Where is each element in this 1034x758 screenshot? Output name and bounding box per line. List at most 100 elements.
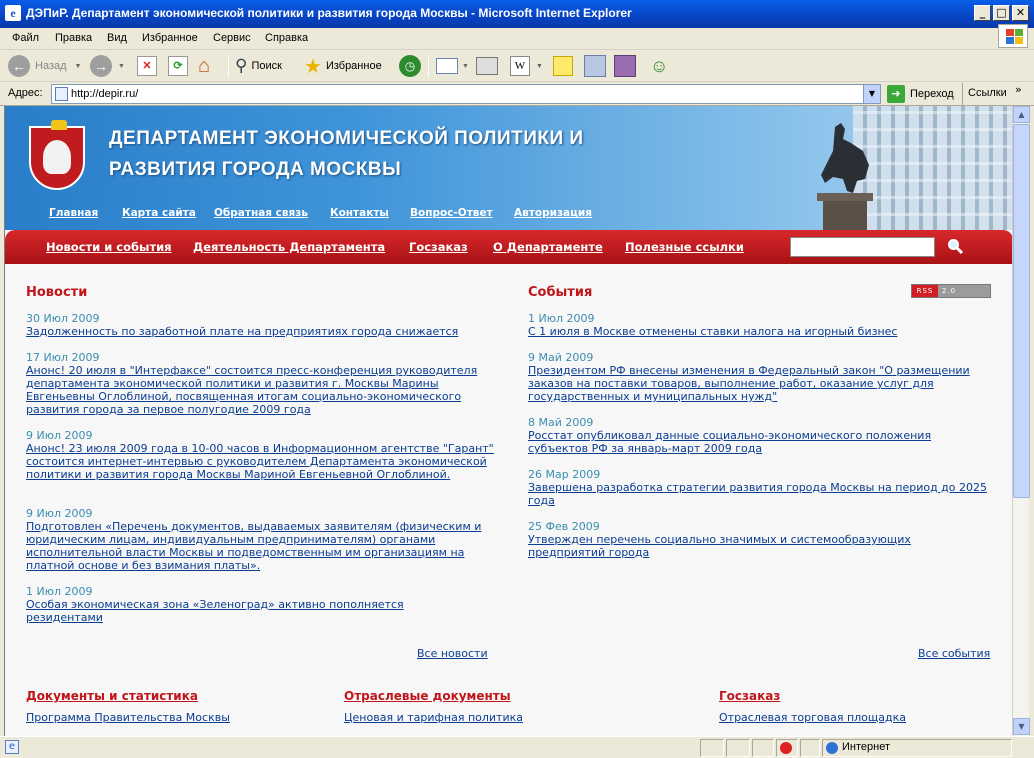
forward-button[interactable]: → ▼	[90, 53, 125, 79]
nav-about[interactable]: О Департаменте	[493, 240, 603, 254]
menu-bar: Файл Правка Вид Избранное Сервис Справка	[0, 28, 1034, 50]
address-url: http://depir.ru/	[71, 88, 139, 100]
status-bar: e Интернет	[0, 736, 1034, 758]
all-events-link[interactable]: Все события	[918, 647, 990, 660]
toolbar: ← Назад ▼ → ▼ ✕ ⟳ ⌂ ⚲ Поиск ★ Избранное …	[0, 50, 1034, 82]
nav-activity[interactable]: Деятельность Департамента	[193, 240, 385, 254]
scroll-up-icon[interactable]: ▲	[1013, 106, 1030, 123]
statue-image	[817, 123, 873, 230]
chevron-down-icon: ▼	[74, 62, 82, 70]
vertical-scrollbar[interactable]: ▲ ▼	[1012, 106, 1030, 736]
toplink-faq[interactable]: Вопрос-Ответ	[410, 207, 493, 219]
favorites-button[interactable]: ★ Избранное	[304, 53, 382, 79]
nav-news-events[interactable]: Новости и события	[46, 240, 172, 254]
search-button[interactable]: ⚲ Поиск	[235, 53, 282, 79]
discuss-button[interactable]	[553, 53, 573, 79]
search-icon: ⚲	[235, 56, 248, 75]
stop-button[interactable]: ✕	[137, 53, 157, 79]
industry-link[interactable]: Ценовая и тарифная политика	[344, 711, 523, 724]
goszakaz-heading[interactable]: Госзаказ	[719, 689, 780, 703]
event-date: 8 Май 2009	[528, 416, 594, 429]
menu-help[interactable]: Справка	[265, 32, 308, 44]
all-news-link[interactable]: Все новости	[417, 647, 488, 660]
mail-button[interactable]: ▼	[436, 53, 469, 79]
chevron-down-icon: ▼	[118, 62, 125, 70]
windows-logo-icon	[998, 24, 1028, 48]
event-link[interactable]: Президентом РФ внесены изменения в Федер…	[528, 364, 988, 403]
toplink-login[interactable]: Авторизация	[514, 207, 592, 219]
events-heading: События	[528, 285, 593, 300]
edit-button[interactable]: W ▼	[510, 53, 543, 79]
messenger-button[interactable]: ☺	[650, 53, 668, 79]
globe-icon	[826, 742, 838, 754]
toplink-sitemap[interactable]: Карта сайта	[122, 207, 196, 219]
event-date: 9 Май 2009	[528, 351, 594, 364]
event-link[interactable]: Утвержден перечень социально значимых и …	[528, 533, 928, 559]
news-link[interactable]: Анонс! 23 июля 2009 года в 10-00 часов в…	[26, 442, 496, 481]
home-icon: ⌂	[198, 55, 211, 77]
back-label: Назад	[35, 60, 67, 72]
news-link[interactable]: Особая экономическая зона «Зеленоград» а…	[26, 598, 426, 624]
toplink-feedback[interactable]: Обратная связь	[214, 207, 308, 219]
news-date: 17 Июл 2009	[26, 351, 100, 364]
chevron-down-icon: ▼	[536, 62, 543, 70]
scroll-thumb[interactable]	[1013, 124, 1030, 498]
toplink-home[interactable]: Главная	[49, 207, 98, 219]
news-link[interactable]: Подготовлен «Перечень документов, выдава…	[26, 520, 496, 572]
news-date: 1 Июл 2009	[26, 585, 93, 598]
note-icon	[553, 56, 573, 76]
industry-docs-heading[interactable]: Отраслевые документы	[344, 689, 511, 703]
minimize-button[interactable]: _	[974, 5, 991, 21]
go-label: Переход	[910, 88, 954, 100]
print-button[interactable]	[476, 53, 498, 79]
event-date: 1 Июл 2009	[528, 312, 595, 325]
scroll-down-icon[interactable]: ▼	[1013, 718, 1030, 735]
close-button[interactable]: ✕	[1012, 5, 1029, 21]
address-bar: Адрес: http://depir.ru/ ▼ ➜ Переход Ссыл…	[0, 82, 1034, 106]
mail-icon	[436, 58, 458, 74]
links-button[interactable]: Ссылки	[968, 87, 1007, 99]
rss-label: RSS	[912, 285, 938, 297]
department-title: ДЕПАРТАМЕНТ ЭКОНОМИЧЕСКОЙ ПОЛИТИКИ И РАЗ…	[109, 123, 584, 185]
event-link[interactable]: Росстат опубликовал данные социально-эко…	[528, 429, 968, 455]
menu-edit[interactable]: Правка	[55, 32, 92, 44]
chevron-down-icon[interactable]: ▼	[863, 85, 880, 103]
moscow-coat-of-arms-icon	[29, 120, 85, 190]
nav-useful-links[interactable]: Полезные ссылки	[625, 240, 744, 254]
history-button[interactable]: ◷	[399, 53, 421, 79]
menu-file[interactable]: Файл	[12, 32, 39, 44]
maximize-button[interactable]: □	[993, 5, 1010, 21]
building-image	[853, 106, 1012, 230]
news-link[interactable]: Анонс! 20 июля в "Интерфаксе" состоится …	[26, 364, 496, 416]
menu-favorites[interactable]: Избранное	[142, 32, 198, 44]
title-bar: e ДЭПиР. Департамент экономической полит…	[0, 0, 1034, 28]
favorites-label: Избранное	[325, 60, 382, 72]
go-button[interactable]: ➜ Переход	[887, 85, 954, 103]
search-icon[interactable]	[947, 238, 963, 254]
research-button[interactable]	[584, 53, 606, 79]
site-search-input[interactable]	[790, 237, 935, 257]
news-link[interactable]: Задолженность по заработной плате на пре…	[26, 325, 496, 338]
event-link[interactable]: Завершена разработка стратегии развития …	[528, 481, 998, 507]
event-link[interactable]: С 1 июля в Москве отменены ставки налога…	[528, 325, 998, 338]
media-button[interactable]	[614, 53, 636, 79]
window-title: ДЭПиР. Департамент экономической политик…	[26, 6, 632, 20]
refresh-icon: ⟳	[168, 56, 188, 76]
refresh-button[interactable]: ⟳	[168, 53, 188, 79]
docs-link[interactable]: Программа Правительства Москвы	[26, 711, 230, 724]
zone-label: Интернет	[842, 741, 890, 753]
trade-platform-link[interactable]: Отраслевая торговая площадка	[719, 711, 906, 724]
toplink-contacts[interactable]: Контакты	[330, 207, 389, 219]
popup-blocked-icon[interactable]	[776, 739, 798, 757]
menu-view[interactable]: Вид	[107, 32, 127, 44]
chevron-right-icon[interactable]: »	[1015, 83, 1022, 96]
nav-goszakaz[interactable]: Госзаказ	[409, 240, 468, 254]
home-button[interactable]: ⌂	[198, 53, 222, 79]
event-date: 26 Мар 2009	[528, 468, 601, 481]
docs-stats-heading[interactable]: Документы и статистика	[26, 689, 198, 703]
rss-badge[interactable]: RSS 2.0	[911, 284, 991, 298]
back-arrow-icon: ←	[8, 55, 30, 77]
menu-tools[interactable]: Сервис	[213, 32, 251, 44]
back-button[interactable]: ← Назад ▼	[8, 53, 81, 79]
address-input[interactable]: http://depir.ru/ ▼	[51, 84, 881, 104]
